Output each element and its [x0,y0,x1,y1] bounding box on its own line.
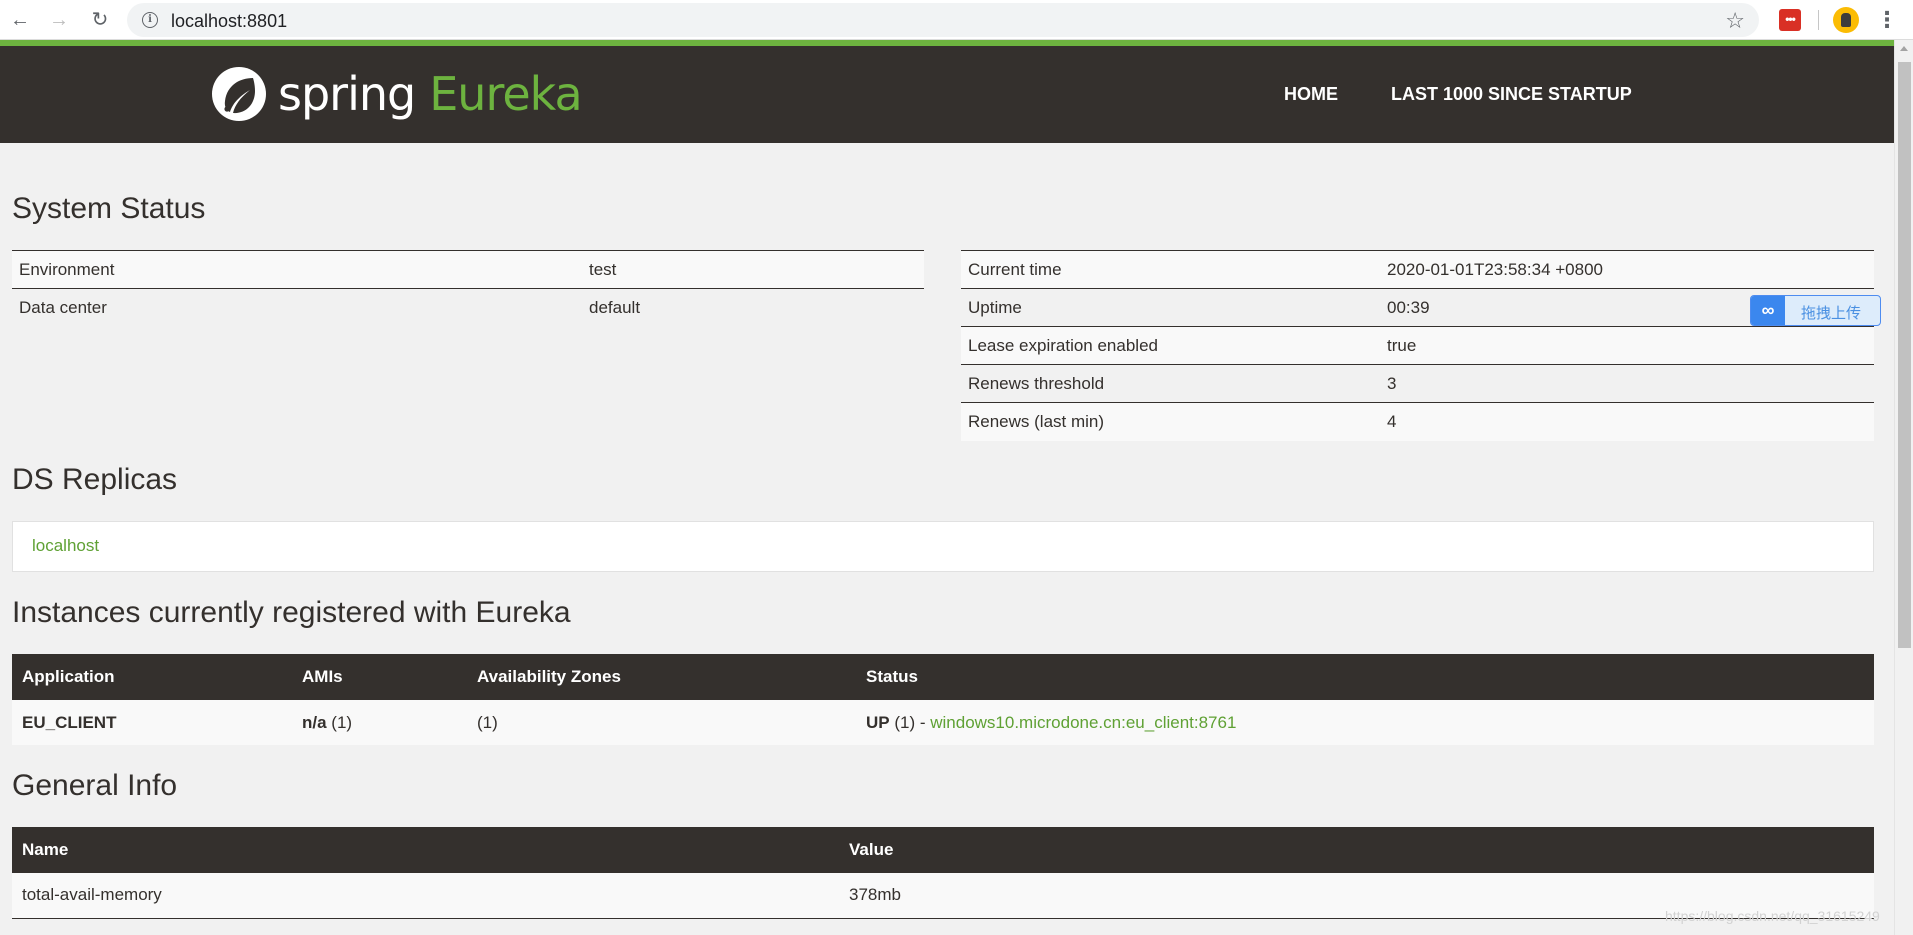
nav-last1000-link[interactable]: LAST 1000 SINCE STARTUP [1391,84,1632,105]
logo-spring-text: spring [278,67,416,121]
replica-link[interactable]: localhost [32,536,99,556]
table-header-row: Name Value [12,827,1874,873]
status-label: Current time [961,250,1380,289]
spring-eureka-logo[interactable]: spring Eureka [210,64,583,124]
instance-status: UP (1) - windows10.microdone.cn:eu_clien… [856,700,1874,745]
star-icon[interactable]: ☆ [1725,8,1745,34]
column-header-application: Application [12,654,292,700]
column-header-status: Status [856,654,1874,700]
system-status-left-table: Environment test Data center default [12,250,924,327]
instance-amis: n/a (1) [292,700,467,745]
menu-kebab-icon[interactable]: ⋮ [1876,7,1898,33]
status-value: 3 [1380,364,1874,403]
scrollbar-thumb[interactable] [1898,62,1911,648]
column-header-zones: Availability Zones [467,654,856,700]
status-label: Renews threshold [961,364,1380,403]
status-row: Renews (last min) 4 [961,402,1874,441]
status-row: Environment test [12,250,924,289]
toolbar-divider [1818,10,1819,30]
status-row: Renews threshold 3 [961,364,1874,403]
cloud-icon: ∞ [1751,296,1785,325]
profile-avatar[interactable] [1833,7,1859,33]
status-value: default [582,288,924,327]
info-name: total-avail-memory [12,873,839,919]
status-label: Lease expiration enabled [961,326,1380,365]
status-row: Data center default [12,288,924,327]
ds-replicas-title: DS Replicas [12,463,178,496]
table-row: total-avail-memory 378mb [12,873,1874,919]
table-row: EU_CLIENT n/a (1) (1) UP (1) - windows10… [12,700,1874,745]
instance-link[interactable]: windows10.microdone.cn:eu_client:8761 [930,713,1236,732]
instances-title: Instances currently registered with Eure… [12,596,571,629]
status-value: 2020-01-01T23:58:34 +0800 [1380,250,1874,289]
extension-icon[interactable]: ••• [1779,9,1801,31]
column-header-name: Name [12,827,839,873]
status-value: 4 [1380,402,1874,441]
status-value: true [1380,326,1874,365]
status-label: Data center [12,288,582,327]
address-bar[interactable]: i localhost:8801 ☆ [127,3,1759,37]
address-url[interactable]: localhost:8801 [171,11,287,32]
system-status-right-table: Current time 2020-01-01T23:58:34 +0800 U… [961,250,1874,441]
general-info-title: General Info [12,769,178,802]
status-value: test [582,250,924,289]
column-header-value: Value [839,827,1874,873]
forward-icon[interactable]: → [47,8,71,32]
table-header-row: Application AMIs Availability Zones Stat… [12,654,1874,700]
back-icon[interactable]: ← [8,8,32,32]
status-count: (1) - [889,712,931,732]
ds-replicas-list: localhost [12,521,1874,572]
general-info-table: Name Value total-avail-memory 378mb [12,827,1874,919]
watermark-text: https://blog.csdn.net/qq_31615249 [1665,908,1880,924]
spring-leaf-icon [212,67,266,121]
application-name: EU_CLIENT [22,712,117,732]
status-label: Uptime [961,288,1380,327]
status-label: Renews (last min) [961,402,1380,441]
status-up: UP [866,712,890,732]
reload-icon[interactable]: ↻ [88,8,112,32]
browser-toolbar: ← → ↻ i localhost:8801 ☆ ••• ⋮ [0,0,1913,40]
status-label: Environment [12,250,582,289]
instance-zones: (1) [467,700,856,745]
instances-table: Application AMIs Availability Zones Stat… [12,654,1874,745]
nav-home-link[interactable]: HOME [1284,84,1338,105]
scroll-up-arrow-icon[interactable] [1900,46,1908,51]
status-row: Current time 2020-01-01T23:58:34 +0800 [961,250,1874,289]
system-status-title: System Status [12,192,206,225]
baidu-upload-widget[interactable]: ∞ 拖拽上传 [1750,295,1881,326]
upload-label: 拖拽上传 [1801,304,1862,322]
page-scrollbar[interactable] [1894,40,1913,935]
status-row: Lease expiration enabled true [961,326,1874,365]
status-row: Uptime 00:39 [961,288,1874,327]
instance-application: EU_CLIENT [12,700,292,745]
logo-eureka-text: Eureka [429,67,582,121]
column-header-amis: AMIs [292,654,467,700]
eureka-navbar: spring Eureka HOME LAST 1000 SINCE START… [0,46,1894,143]
amis-value: n/a [302,712,327,732]
amis-count: (1) [326,712,353,732]
info-icon[interactable]: i [142,12,158,28]
